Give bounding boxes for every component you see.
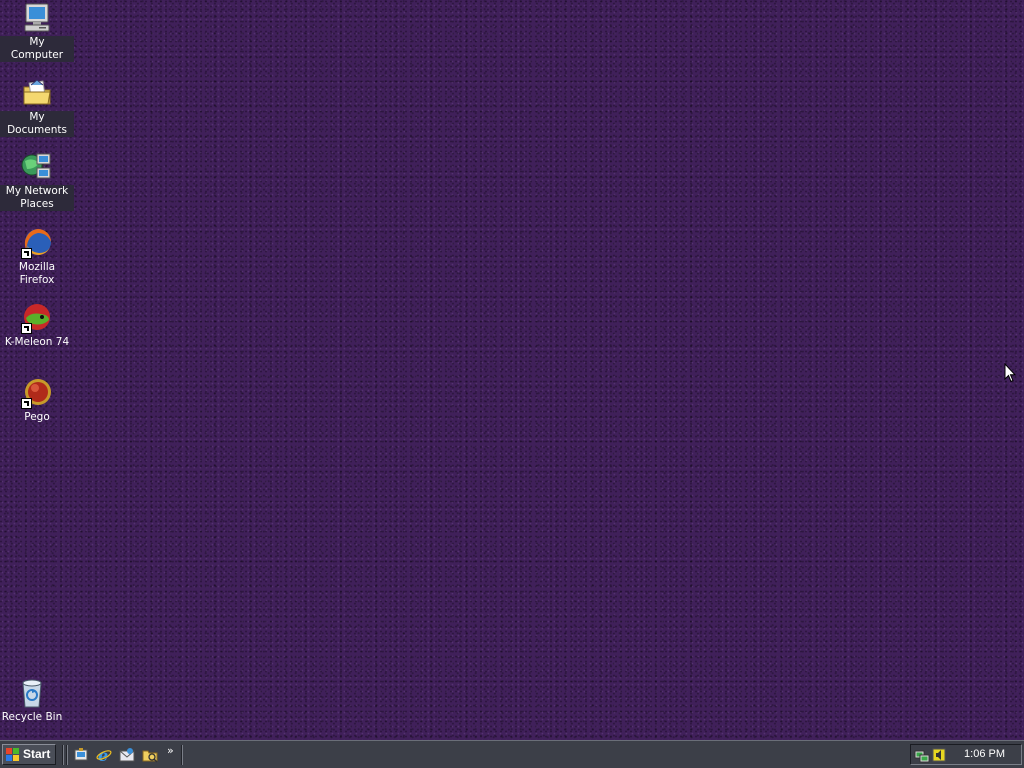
desktop-icon-label: K-Meleon 74 bbox=[4, 336, 70, 348]
svg-text:e: e bbox=[98, 747, 108, 763]
show-desktop-icon[interactable] bbox=[73, 747, 89, 763]
desktop-icon-label: My Computer bbox=[0, 36, 74, 62]
firefox-icon bbox=[21, 227, 53, 259]
shortcut-arrow-icon bbox=[21, 248, 32, 259]
shortcut-arrow-icon bbox=[21, 323, 32, 334]
internet-explorer-icon[interactable]: e bbox=[96, 747, 112, 763]
start-button[interactable]: Start bbox=[2, 744, 56, 765]
desktop-icon-label: Mozilla Firefox bbox=[18, 261, 56, 286]
shortcut-arrow-icon bbox=[21, 398, 32, 409]
desktop-icon-label: My Documents bbox=[0, 111, 74, 137]
recycle-bin-icon bbox=[16, 677, 48, 709]
desktop[interactable]: My Computer My Documents My Network Plac… bbox=[0, 0, 1024, 740]
network-tray-icon[interactable] bbox=[914, 747, 930, 763]
desktop-icon-my-computer[interactable]: My Computer bbox=[0, 2, 74, 62]
computer-icon bbox=[21, 2, 53, 34]
desktop-icon-mozilla-firefox[interactable]: Mozilla Firefox bbox=[0, 227, 74, 287]
quick-launch-more-button[interactable]: » bbox=[167, 744, 174, 757]
outlook-express-icon[interactable] bbox=[119, 747, 135, 763]
system-tray: 1:06 PM bbox=[910, 744, 1022, 765]
taskbar-separator bbox=[62, 745, 64, 765]
desktop-icon-label: Recycle Bin bbox=[1, 711, 63, 723]
desktop-icon-my-network-places[interactable]: My Network Places bbox=[0, 151, 74, 211]
taskbar-separator bbox=[66, 745, 68, 765]
folder-documents-icon bbox=[21, 77, 53, 109]
k-meleon-icon bbox=[21, 302, 53, 334]
volume-tray-icon[interactable] bbox=[931, 747, 947, 763]
taskbar-separator bbox=[181, 745, 183, 765]
desktop-icon-recycle-bin[interactable]: Recycle Bin bbox=[0, 677, 69, 724]
desktop-icon-pego[interactable]: Pego bbox=[0, 377, 74, 424]
taskbar: Start e » 1:06 PM bbox=[0, 740, 1024, 768]
start-label: Start bbox=[23, 747, 51, 761]
desktop-icon-label: My Network Places bbox=[0, 185, 74, 211]
desktop-icon-k-meleon[interactable]: K-Meleon 74 bbox=[0, 302, 74, 349]
pego-icon bbox=[21, 377, 53, 409]
explorer-folder-icon[interactable] bbox=[142, 747, 158, 763]
network-places-icon bbox=[21, 151, 53, 183]
windows-logo-icon bbox=[6, 748, 19, 761]
desktop-icon-label: Pego bbox=[24, 411, 50, 423]
mouse-cursor-icon bbox=[1004, 363, 1016, 383]
desktop-icon-my-documents[interactable]: My Documents bbox=[0, 77, 74, 137]
taskbar-clock[interactable]: 1:06 PM bbox=[964, 748, 1005, 760]
